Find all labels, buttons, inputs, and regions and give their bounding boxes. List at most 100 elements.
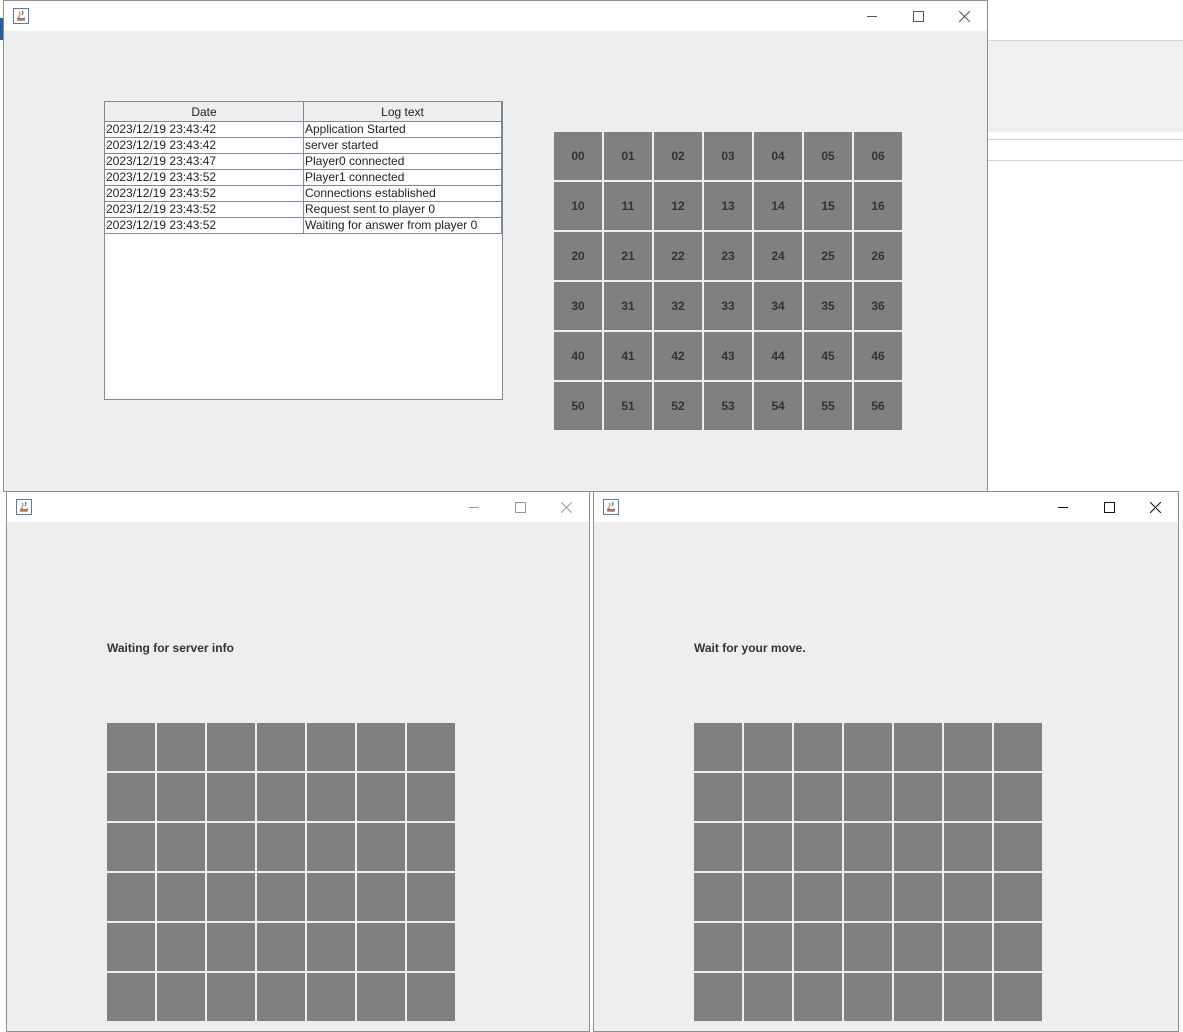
board-cell[interactable]: 01 [604, 132, 652, 180]
board-cell[interactable] [894, 973, 942, 1021]
board-cell[interactable]: 52 [654, 382, 702, 430]
column-header-log-text[interactable]: Log text [304, 102, 502, 122]
board-cell[interactable]: 25 [804, 232, 852, 280]
board-cell[interactable] [794, 723, 842, 771]
board-cell[interactable] [257, 723, 305, 771]
minimize-button[interactable] [1040, 492, 1086, 522]
board-cell[interactable] [107, 773, 155, 821]
board-cell[interactable] [407, 873, 455, 921]
board-cell[interactable] [694, 973, 742, 1021]
board-cell[interactable]: 40 [554, 332, 602, 380]
board-cell[interactable]: 24 [754, 232, 802, 280]
board-cell[interactable] [407, 923, 455, 971]
column-header-date[interactable]: Date [105, 102, 304, 122]
maximize-button[interactable] [497, 492, 543, 522]
board-cell[interactable] [894, 823, 942, 871]
close-button[interactable] [543, 492, 589, 522]
board-cell[interactable] [844, 773, 892, 821]
board-cell[interactable] [844, 973, 892, 1021]
board-cell[interactable]: 06 [854, 132, 902, 180]
board-cell[interactable] [694, 873, 742, 921]
board-cell[interactable] [694, 773, 742, 821]
close-button[interactable] [1132, 492, 1178, 522]
board-cell[interactable] [894, 773, 942, 821]
board-cell[interactable] [307, 723, 355, 771]
board-cell[interactable] [307, 923, 355, 971]
board-cell[interactable]: 56 [854, 382, 902, 430]
board-cell[interactable] [994, 923, 1042, 971]
board-cell[interactable] [944, 723, 992, 771]
board-cell[interactable] [107, 823, 155, 871]
board-cell[interactable] [944, 773, 992, 821]
board-cell[interactable] [744, 773, 792, 821]
board-cell[interactable] [994, 723, 1042, 771]
board-cell[interactable]: 36 [854, 282, 902, 330]
board-cell[interactable]: 42 [654, 332, 702, 380]
board-cell[interactable]: 32 [654, 282, 702, 330]
board-cell[interactable] [257, 823, 305, 871]
board-cell[interactable]: 44 [754, 332, 802, 380]
board-cell[interactable] [944, 873, 992, 921]
board-cell[interactable] [794, 923, 842, 971]
board-cell[interactable] [157, 823, 205, 871]
board-cell[interactable] [357, 923, 405, 971]
board-cell[interactable]: 53 [704, 382, 752, 430]
board-cell[interactable] [307, 973, 355, 1021]
minimize-button[interactable] [451, 492, 497, 522]
board-cell[interactable] [407, 773, 455, 821]
board-cell[interactable] [207, 823, 255, 871]
board-cell[interactable] [207, 923, 255, 971]
board-cell[interactable] [994, 773, 1042, 821]
board-cell[interactable] [357, 823, 405, 871]
board-cell[interactable] [994, 823, 1042, 871]
board-cell[interactable]: 45 [804, 332, 852, 380]
board-cell[interactable]: 16 [854, 182, 902, 230]
board-cell[interactable]: 31 [604, 282, 652, 330]
board-cell[interactable] [407, 823, 455, 871]
board-cell[interactable] [207, 773, 255, 821]
maximize-button[interactable] [1086, 492, 1132, 522]
board-cell[interactable] [157, 873, 205, 921]
board-cell[interactable]: 22 [654, 232, 702, 280]
board-cell[interactable] [994, 973, 1042, 1021]
board-cell[interactable] [157, 773, 205, 821]
maximize-button[interactable] [895, 1, 941, 31]
board-cell[interactable] [994, 873, 1042, 921]
board-cell[interactable] [694, 723, 742, 771]
table-row[interactable]: 2023/12/19 23:43:42 Application Started [105, 122, 502, 138]
board-cell[interactable] [844, 823, 892, 871]
board-cell[interactable] [357, 773, 405, 821]
board-cell[interactable] [407, 723, 455, 771]
table-row[interactable]: 2023/12/19 23:43:52 Waiting for answer f… [105, 218, 502, 234]
client-window-titlebar[interactable] [7, 492, 589, 522]
board-cell[interactable] [257, 973, 305, 1021]
board-cell[interactable] [894, 723, 942, 771]
board-cell[interactable] [157, 723, 205, 771]
board-cell[interactable]: 30 [554, 282, 602, 330]
board-cell[interactable] [257, 873, 305, 921]
board-cell[interactable] [794, 873, 842, 921]
table-row[interactable]: 2023/12/19 23:43:52 Request sent to play… [105, 202, 502, 218]
minimize-button[interactable] [849, 1, 895, 31]
board-cell[interactable] [157, 973, 205, 1021]
board-cell[interactable] [207, 873, 255, 921]
table-row[interactable]: 2023/12/19 23:43:52 Connections establis… [105, 186, 502, 202]
board-cell[interactable] [357, 873, 405, 921]
board-cell[interactable] [307, 873, 355, 921]
board-cell[interactable] [107, 723, 155, 771]
board-cell[interactable] [744, 973, 792, 1021]
board-cell[interactable] [744, 923, 792, 971]
board-cell[interactable]: 33 [704, 282, 752, 330]
table-row[interactable]: 2023/12/19 23:43:42 server started [105, 138, 502, 154]
board-cell[interactable]: 05 [804, 132, 852, 180]
board-cell[interactable]: 46 [854, 332, 902, 380]
board-cell[interactable] [257, 923, 305, 971]
board-cell[interactable] [694, 923, 742, 971]
board-cell[interactable] [844, 923, 892, 971]
board-cell[interactable] [357, 723, 405, 771]
table-row[interactable]: 2023/12/19 23:43:47 Player0 connected [105, 154, 502, 170]
board-cell[interactable] [844, 873, 892, 921]
board-cell[interactable]: 43 [704, 332, 752, 380]
table-row[interactable]: 2023/12/19 23:43:52 Player1 connected [105, 170, 502, 186]
board-cell[interactable] [744, 723, 792, 771]
